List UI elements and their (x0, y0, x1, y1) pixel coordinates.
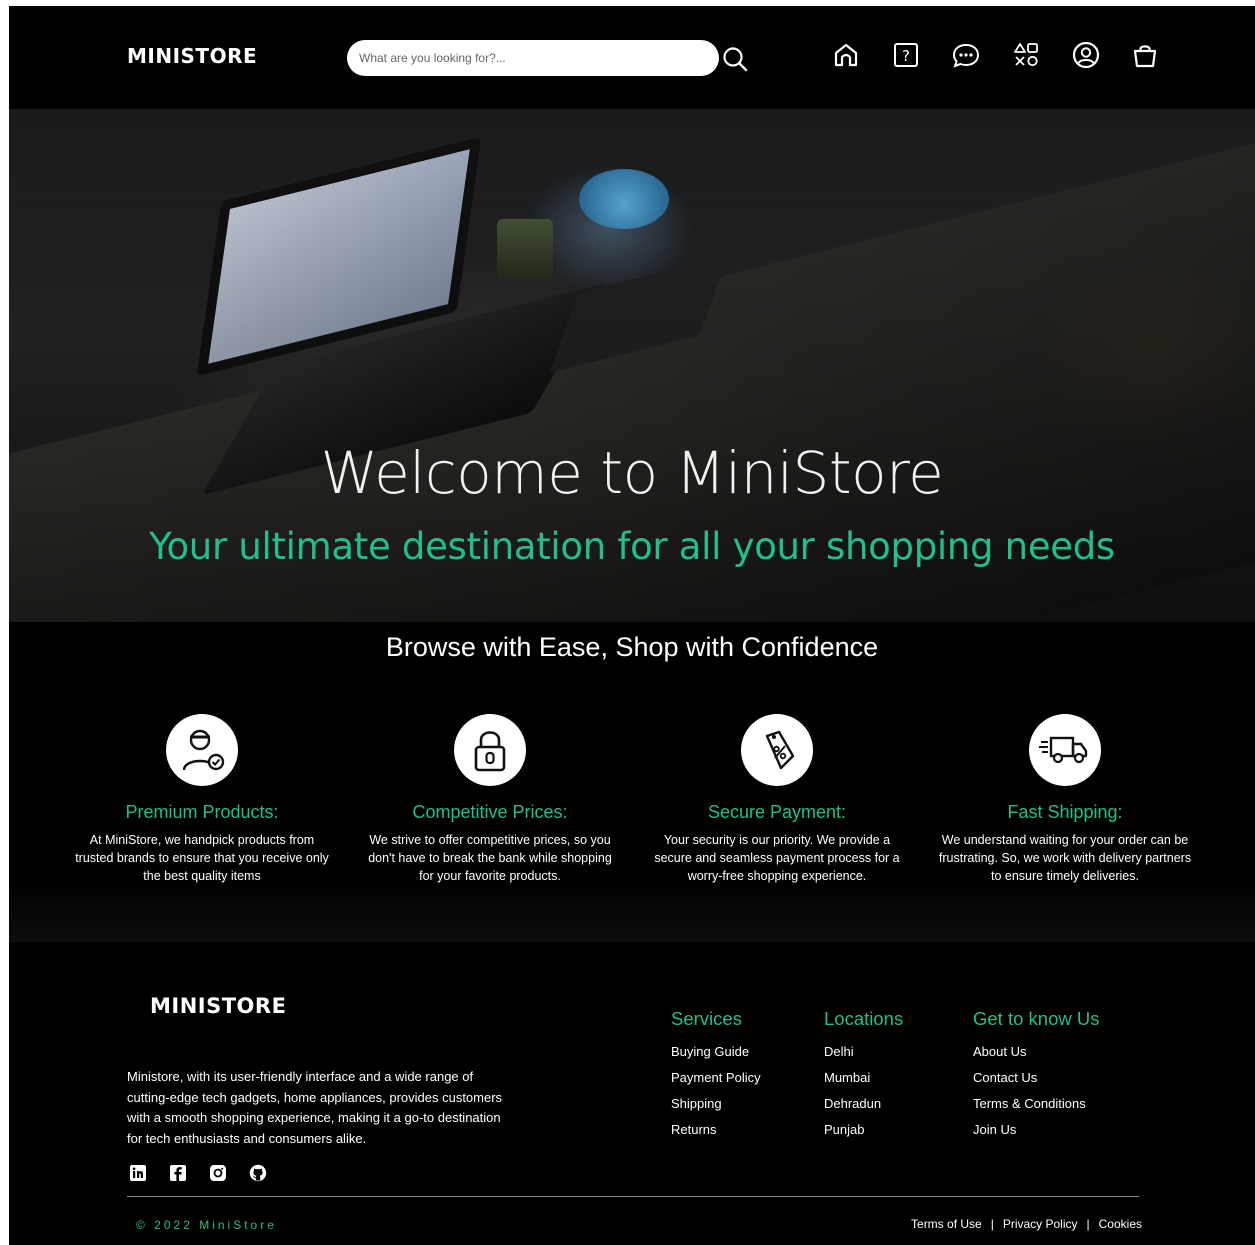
feature-description: At MiniStore, we handpick products from … (75, 833, 329, 883)
github-icon[interactable] (249, 1164, 267, 1182)
search-input[interactable] (347, 40, 719, 76)
footer-column-services: Services Buying Guide Payment Policy Shi… (671, 1008, 761, 1148)
feature-card-payment: Secure Payment: Your security is our pri… (642, 714, 912, 885)
footer-link[interactable]: Contact Us (973, 1070, 1099, 1096)
footer-link[interactable]: Join Us (973, 1122, 1099, 1148)
footer: MINISTORE Ministore, with its user-frien… (9, 942, 1255, 1245)
legal-separator: | (990, 1217, 994, 1231)
feature-description: Your security is our priority. We provid… (654, 833, 900, 883)
account-icon[interactable] (1071, 40, 1101, 70)
features-title: Browse with Ease, Shop with Confidence (385, 632, 879, 662)
footer-link[interactable]: Returns (671, 1122, 761, 1148)
chat-icon[interactable] (951, 40, 981, 70)
features-section: Browse with Ease, Shop with Confidence P… (9, 622, 1255, 942)
footer-link[interactable]: Terms & Conditions (973, 1096, 1099, 1122)
privacy-policy-link[interactable]: Privacy Policy (1003, 1217, 1078, 1231)
terms-of-use-link[interactable]: Terms of Use (911, 1217, 982, 1231)
instagram-icon[interactable] (209, 1164, 227, 1182)
feature-title: Secure Payment: (707, 802, 847, 822)
truck-icon (1029, 714, 1101, 786)
help-icon[interactable]: ? (891, 40, 921, 70)
feature-card-shipping: Fast Shipping: We understand waiting for… (930, 714, 1200, 885)
footer-link[interactable]: Shipping (671, 1096, 761, 1122)
footer-column-locations: Locations Delhi Mumbai Dehradun Punjab (824, 1008, 903, 1148)
footer-divider (127, 1196, 1139, 1197)
footer-link[interactable]: Payment Policy (671, 1070, 761, 1096)
home-icon[interactable] (831, 40, 861, 70)
feature-card-premium: Premium Products: At MiniStore, we handp… (67, 714, 337, 885)
footer-link[interactable]: Delhi (824, 1044, 903, 1070)
feature-description: We understand waiting for your order can… (938, 833, 1192, 883)
hero-subtitle: Your ultimate destination for all your s… (149, 525, 1115, 568)
svg-text:?: ? (902, 47, 910, 65)
feature-title: Competitive Prices: (412, 802, 568, 822)
footer-link[interactable]: About Us (973, 1044, 1099, 1070)
cookies-link[interactable]: Cookies (1099, 1217, 1142, 1231)
footer-column-title: Locations (824, 1008, 904, 1029)
search-icon[interactable] (721, 45, 749, 73)
footer-link[interactable]: Mumbai (824, 1070, 903, 1096)
footer-about-text: Ministore, with its user-friendly interf… (127, 1069, 503, 1146)
feature-description: We strive to offer competitive prices, s… (368, 833, 612, 883)
footer-column-title: Get to know Us (973, 1008, 1100, 1029)
footer-link[interactable]: Dehradun (824, 1096, 903, 1122)
feature-title: Premium Products: (125, 802, 279, 822)
footer-link[interactable]: Buying Guide (671, 1044, 761, 1070)
footer-column-about: Get to know Us About Us Contact Us Terms… (973, 1008, 1099, 1148)
feature-card-prices: Competitive Prices: We strive to offer c… (355, 714, 625, 885)
footer-column-title: Services (671, 1008, 742, 1029)
legal-links: Terms of Use | Privacy Policy | Cookies (911, 1217, 1142, 1231)
hero-title: Welcome to MiniStore (320, 439, 944, 507)
discount-tag-icon (741, 714, 813, 786)
facebook-icon[interactable] (169, 1164, 187, 1182)
cart-icon[interactable] (1130, 40, 1160, 70)
search-bar (347, 40, 719, 76)
linkedin-icon[interactable] (129, 1164, 147, 1182)
feature-title: Fast Shipping: (1007, 802, 1123, 822)
page: MINISTORE ? (9, 6, 1255, 1245)
legal-separator: | (1086, 1217, 1090, 1231)
header: MINISTORE ? (9, 6, 1255, 109)
worker-icon (166, 714, 238, 786)
lock-icon (454, 714, 526, 786)
footer-link[interactable]: Punjab (824, 1122, 903, 1148)
categories-icon[interactable] (1011, 40, 1041, 70)
logo[interactable]: MINISTORE (127, 44, 257, 68)
hero-banner: Welcome to MiniStore Your ultimate desti… (9, 109, 1255, 622)
copyright-text: © 2022 MiniStore (136, 1218, 277, 1232)
footer-logo[interactable]: MINISTORE (150, 994, 286, 1018)
